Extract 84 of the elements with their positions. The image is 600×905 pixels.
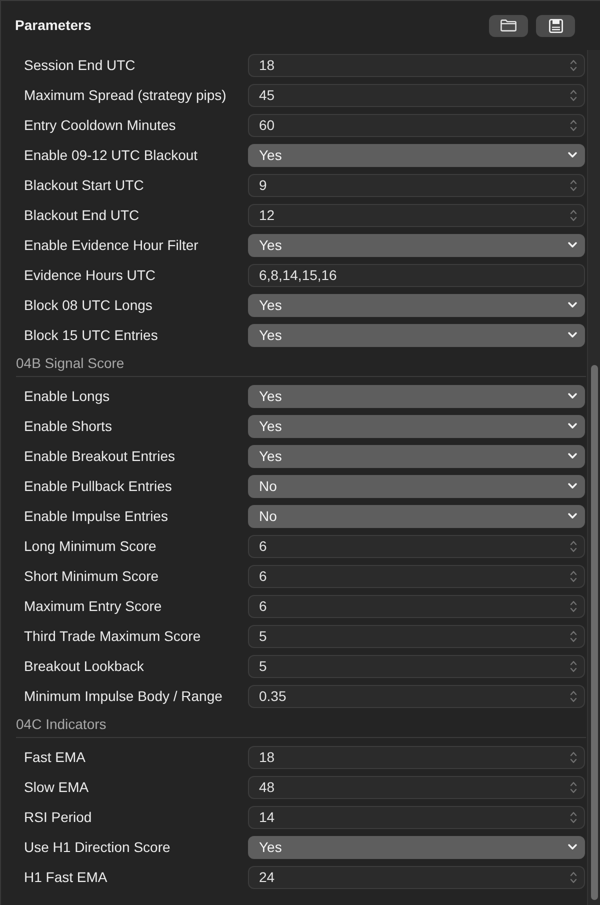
stepper-icon (570, 780, 577, 794)
number-field[interactable]: 9 (248, 174, 585, 196)
parameter-label: Enable 09-12 UTC Blackout (23, 146, 199, 164)
number-field[interactable]: 5 (248, 654, 585, 678)
stepper-icon (570, 660, 577, 672)
stepper-icon (570, 540, 577, 552)
parameter-label: RSI Period (23, 808, 93, 826)
dropdown-select[interactable]: Yes (248, 384, 585, 408)
parameter-label: Slow EMA (23, 778, 90, 796)
section-heading: 04B Signal Score (16, 350, 586, 377)
stepper-icon (570, 690, 577, 702)
dropdown-select[interactable]: Yes (248, 294, 585, 316)
chevron-down-icon (568, 393, 577, 399)
parameter-label: Fast EMA (23, 748, 86, 766)
parameter-label: Enable Shorts (23, 416, 113, 436)
parameter-label: Evidence Hours UTC (23, 266, 156, 284)
number-field[interactable]: 60 (248, 114, 585, 136)
stepper-icon (570, 810, 577, 824)
parameter-label: Maximum Spread (strategy pips) (23, 86, 228, 105)
number-field[interactable]: 14 (248, 806, 585, 828)
stepper-icon (570, 118, 577, 132)
parameter-label: Enable Impulse Entries (23, 506, 169, 526)
parameter-label: Block 08 UTC Longs (23, 296, 154, 315)
dropdown-select[interactable]: Yes (248, 836, 585, 858)
parameter-label: H1 Fast EMA (23, 868, 108, 886)
parameter-label: Long Minimum Score (23, 536, 158, 556)
folder-icon (500, 19, 517, 32)
dropdown-select[interactable]: Yes (248, 444, 585, 468)
stepper-icon (570, 600, 577, 612)
chevron-down-icon (568, 513, 577, 519)
parameter-label: Block 15 UTC Entries (23, 326, 159, 344)
parameter-label: Breakout Lookback (23, 656, 145, 676)
dropdown-select[interactable]: No (248, 504, 585, 528)
parameter-label: Enable Longs (23, 386, 111, 406)
number-field[interactable]: 12 (248, 204, 585, 226)
number-field[interactable]: 0.35 (248, 684, 585, 708)
panel-title: Parameters (15, 16, 92, 35)
chevron-down-icon (568, 242, 577, 248)
chevron-down-icon (568, 483, 577, 489)
stepper-icon (570, 58, 577, 72)
parameter-label: Third Trade Maximum Score (23, 626, 202, 646)
stepper-icon (570, 750, 577, 764)
parameter-label: Use H1 Direction Score (23, 838, 172, 856)
parameter-label: Entry Cooldown Minutes (23, 116, 177, 135)
parameter-label: Blackout Start UTC (23, 176, 145, 194)
number-field[interactable]: 24 (248, 866, 585, 888)
number-field[interactable]: 48 (248, 776, 585, 798)
dropdown-select[interactable]: No (248, 474, 585, 498)
number-field[interactable]: 45 (248, 84, 585, 106)
chevron-down-icon (568, 152, 577, 158)
stepper-icon (570, 88, 577, 102)
parameter-label: Session End UTC (23, 56, 136, 74)
parameter-label: Maximum Entry Score (23, 596, 163, 616)
scrollbar-thumb[interactable] (591, 365, 598, 900)
parameter-label: Enable Evidence Hour Filter (23, 236, 200, 254)
chevron-down-icon (568, 844, 577, 850)
chevron-down-icon (568, 332, 577, 338)
number-field[interactable]: 5 (248, 624, 585, 648)
parameter-label: Minimum Impulse Body / Range (23, 686, 224, 706)
chevron-down-icon (568, 423, 577, 429)
dropdown-select[interactable]: Yes (248, 414, 585, 438)
stepper-icon (570, 208, 577, 222)
stepper-icon (570, 870, 577, 884)
dropdown-select[interactable]: Yes (248, 144, 585, 166)
number-field[interactable]: 6 (248, 534, 585, 558)
number-field[interactable]: 6 (248, 564, 585, 588)
stepper-icon (570, 570, 577, 582)
section-heading: 04C Indicators (16, 711, 586, 738)
parameter-label: Short Minimum Score (23, 566, 160, 586)
parameter-label: Enable Pullback Entries (23, 476, 173, 496)
parameter-label: Blackout End UTC (23, 206, 140, 224)
chevron-down-icon (568, 453, 577, 459)
number-field[interactable]: 6 (248, 594, 585, 618)
text-field[interactable]: 6,8,14,15,16 (248, 264, 585, 286)
stepper-icon (570, 630, 577, 642)
parameter-label: Enable Breakout Entries (23, 446, 176, 466)
dropdown-select[interactable]: Yes (248, 324, 585, 346)
open-folder-button[interactable] (489, 14, 528, 36)
number-field[interactable]: 18 (248, 746, 585, 768)
save-button[interactable] (536, 14, 575, 36)
dropdown-select[interactable]: Yes (248, 234, 585, 256)
number-field[interactable]: 18 (248, 54, 585, 76)
stepper-icon (570, 178, 577, 192)
chevron-down-icon (568, 302, 577, 308)
